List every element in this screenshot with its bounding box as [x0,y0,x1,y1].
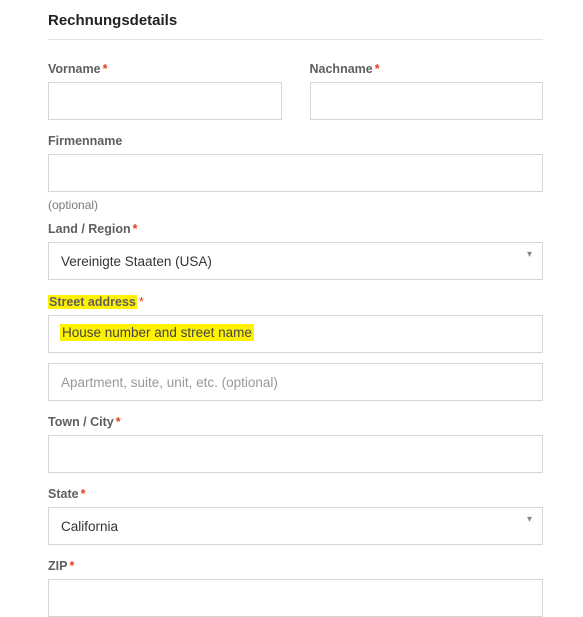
company-helper: (optional) [48,198,543,212]
city-input[interactable] [48,435,543,473]
street-address-2-input[interactable] [48,363,543,401]
required-mark: * [81,487,86,501]
required-mark: * [116,415,121,429]
page-title: Rechnungsdetails [48,12,543,29]
country-value: Vereinigte Staaten (USA) [61,254,212,269]
state-value: California [61,519,118,534]
zip-input[interactable] [48,579,543,617]
required-mark: * [133,222,138,236]
country-label: Land / Region* [48,222,543,236]
company-input[interactable] [48,154,543,192]
last-name-input[interactable] [310,82,544,120]
chevron-down-icon: ▾ [527,514,532,525]
first-name-label: Vorname* [48,62,282,76]
required-mark: * [375,62,380,76]
state-select[interactable]: California ▾ [48,507,543,545]
required-mark: * [69,559,74,573]
street-address-1-input[interactable] [48,315,543,353]
company-label: Firmenname [48,134,543,148]
required-mark: * [139,294,144,309]
city-label: Town / City* [48,415,543,429]
section-divider [48,39,543,40]
first-name-input[interactable] [48,82,282,120]
state-label: State* [48,487,543,501]
chevron-down-icon: ▾ [527,249,532,260]
street-label: Street address [48,295,137,309]
required-mark: * [103,62,108,76]
last-name-label: Nachname* [310,62,544,76]
zip-label: ZIP* [48,559,543,573]
country-select[interactable]: Vereinigte Staaten (USA) ▾ [48,242,543,280]
